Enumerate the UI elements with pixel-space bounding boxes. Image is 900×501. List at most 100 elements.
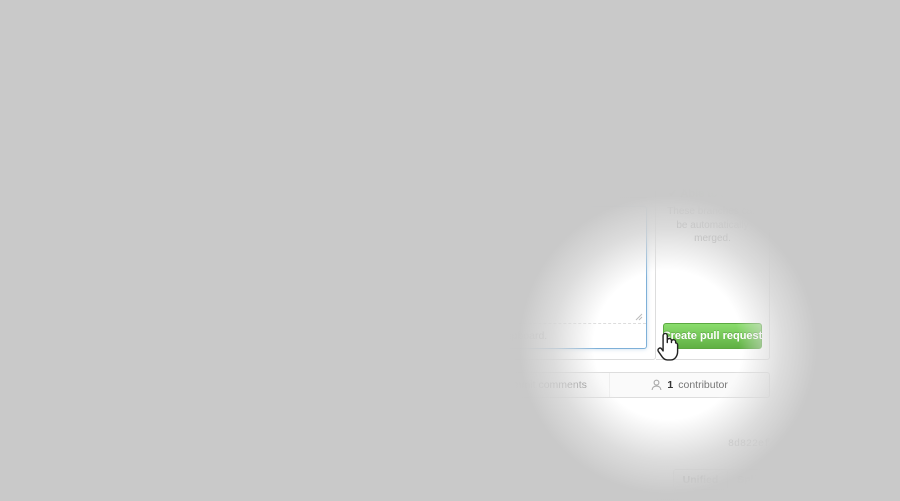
git-merge-icon — [693, 140, 732, 178]
changed-files-link[interactable]: 1 changed file — [192, 474, 265, 486]
private-badge: PRIVATE — [485, 40, 533, 64]
eye-icon — [540, 47, 554, 57]
avatar — [152, 437, 166, 451]
attach-prefix: Attach images by dragging & dropping, — [148, 330, 332, 342]
head-fork-value: jongrover/html-album-cov... — [501, 96, 582, 109]
sidebar-item-code[interactable] — [863, 96, 900, 122]
compare-icon — [130, 94, 146, 111]
watch-count[interactable]: 9 — [608, 41, 630, 63]
star-button[interactable]: Star — [636, 41, 688, 63]
stat-files-label: file changed — [354, 379, 412, 391]
star-label: Star — [659, 46, 680, 58]
stat-commit-comments[interactable]: 0 commit comments — [451, 373, 611, 397]
file-icon — [328, 379, 339, 391]
star-icon — [644, 46, 656, 58]
base-fork-value: flatiron-school-ironboard/h... — [212, 96, 294, 109]
star-count[interactable]: 0 — [687, 41, 709, 63]
base-branch-select[interactable]: base: master — [322, 92, 415, 113]
sidebar-item-pulse[interactable] — [863, 230, 900, 256]
nav-explore[interactable]: Explore — [411, 8, 451, 20]
stat-commits[interactable]: 1 commit — [131, 373, 291, 397]
stat-comments-label: commit comments — [501, 379, 587, 391]
watch-button[interactable]: Watch — [532, 41, 609, 63]
book-icon — [874, 198, 889, 208]
sidebar-item-settings[interactable] — [863, 297, 900, 323]
comment-field-wrapper: Attach images by dragging & dropping, se… — [139, 206, 647, 349]
check-icon: ✓ — [668, 188, 678, 200]
create-pull-request-button[interactable]: Create pull request — [663, 323, 762, 349]
pr-title-input[interactable] — [139, 135, 647, 165]
commit-sha[interactable]: 8d822ef — [728, 439, 770, 450]
github-mark-icon[interactable] — [130, 3, 152, 25]
split-view-button[interactable]: Split — [728, 469, 770, 490]
rail-divider — [868, 129, 895, 130]
unified-view-button[interactable]: Unified — [672, 469, 729, 490]
global-header: This repository Explore Gist Blog Help j… — [0, 0, 900, 29]
nav-blog[interactable]: Blog — [501, 8, 525, 20]
rail-divider — [868, 290, 895, 291]
search-box[interactable]: This repository — [162, 4, 397, 24]
star-button-group[interactable]: Star 0 — [636, 41, 709, 63]
stat-files-count: 1 — [343, 379, 350, 391]
edit-fullscreen-button[interactable]: Edit in fullscreen — [558, 181, 647, 192]
nav-help[interactable]: Help — [539, 8, 563, 20]
commits-group-header: Commits on Feb 10, 2015 — [130, 413, 770, 427]
fork-label: Fork — [737, 46, 761, 58]
repo-breadcrumb: learn-co-students / html-album-cover-fe-04… — [152, 40, 533, 64]
repo-owner-link[interactable]: learn-co-students — [152, 44, 276, 61]
stat-files-changed[interactable]: 1 file changed — [291, 373, 451, 397]
merge-status-label: Able to merge. — [680, 187, 757, 200]
sidebar-item-pull-requests[interactable] — [863, 163, 900, 189]
chevron-down-icon — [400, 100, 407, 105]
tab-write[interactable]: Write — [139, 174, 194, 198]
tab-preview[interactable]: Preview — [194, 175, 263, 198]
chevron-down-icon — [594, 50, 601, 54]
commit-node-icon — [130, 438, 144, 450]
gear-icon[interactable] — [733, 7, 746, 21]
user-menu[interactable]: jongrover — [600, 7, 670, 21]
sidebar-item-issues[interactable] — [863, 136, 900, 162]
fork-button-group[interactable]: Fork 16 — [715, 41, 795, 63]
merge-status-panel: ✓ Able to merge. These branches can be a… — [656, 126, 770, 360]
tools-icon — [875, 303, 888, 317]
pr-form-left: Write Preview Markdown supported Edit in… — [130, 126, 656, 360]
watch-button-group[interactable]: Watch 9 — [532, 41, 630, 63]
graph-icon — [875, 266, 887, 276]
commit-row[interactable]: jongrover add Pharrel h4 header 8d822ef — [130, 437, 770, 451]
repo-name-link[interactable]: html-album-cover-fe-0415 — [284, 44, 479, 61]
sign-out-icon[interactable] — [757, 8, 770, 21]
commits-group-label: Commits on Feb 10, 2015 — [149, 414, 276, 426]
diff-view-toggle: Unified Split — [672, 469, 770, 490]
search-input[interactable] — [239, 5, 396, 23]
base-value: master — [359, 96, 395, 109]
markdown-note-label: Markdown supported — [453, 181, 547, 192]
commit-author[interactable]: jongrover — [174, 438, 225, 450]
commit-message[interactable]: add Pharrel h4 header — [329, 438, 461, 450]
base-fork-select[interactable]: base fork: flatiron-school-ironboard/h..… — [154, 92, 314, 113]
repo-header: learn-co-students / html-album-cover-fe-04… — [0, 29, 900, 75]
issues-icon — [874, 142, 889, 156]
sidebar-item-graphs[interactable] — [863, 257, 900, 283]
inbox-icon[interactable] — [708, 8, 722, 20]
commit-group-icon — [130, 413, 142, 427]
plus-dropdown-icon[interactable] — [681, 8, 697, 20]
fork-count[interactable]: 16 — [768, 41, 795, 63]
fork-button[interactable]: Fork — [715, 41, 769, 63]
comment-area: Attach images by dragging & dropping, se… — [139, 198, 647, 359]
nav-gist[interactable]: Gist — [465, 8, 486, 20]
compare-branch-select[interactable]: compare: master — [610, 92, 721, 113]
pr-stats-bar: 1 commit 1 file changed 0 commit comment… — [130, 372, 770, 398]
comment-textarea[interactable] — [140, 207, 646, 320]
search-scope-label[interactable]: This repository — [163, 5, 240, 23]
selecting-them-link[interactable]: selecting them — [332, 330, 406, 342]
showing-prefix: Showing — [147, 473, 193, 486]
and-text: and — [343, 473, 368, 486]
merge-status: ✓ Able to merge. — [668, 187, 757, 201]
expand-icon[interactable] — [130, 474, 141, 485]
fullscreen-note-label: Edit in fullscreen — [573, 181, 647, 192]
stat-contributors[interactable]: 1 contributor — [610, 373, 769, 397]
sidebar-item-wiki[interactable] — [863, 190, 900, 216]
head-fork-select[interactable]: head fork: jongrover/html-album-cov... — [442, 92, 603, 113]
base-fork-prefix: base fork: — [162, 96, 209, 109]
markdown-supported-note: Markdown supported — [437, 181, 547, 192]
